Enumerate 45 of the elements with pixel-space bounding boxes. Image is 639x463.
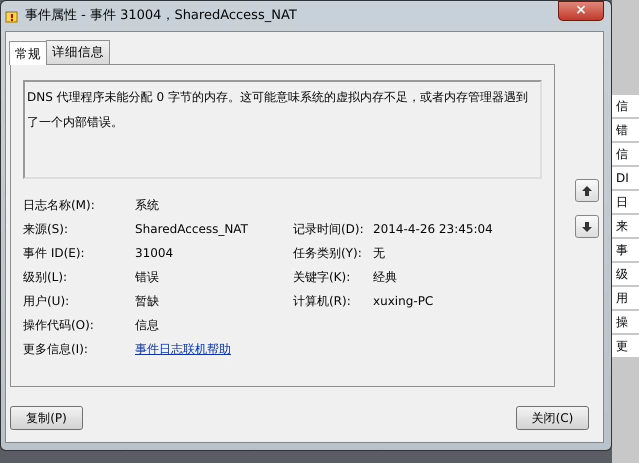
field-label: 事件 ID(E): xyxy=(23,245,86,262)
close-button[interactable]: 关闭(C) xyxy=(516,406,589,430)
background-text: 信 xyxy=(612,143,639,165)
field-label: 计算机(R): xyxy=(293,293,352,310)
background-text: 用 xyxy=(612,287,639,309)
background-text: 来 xyxy=(612,215,639,237)
field-label: 用户(U): xyxy=(23,293,70,310)
tab[interactable]: 详细信息 xyxy=(46,40,110,64)
background-text: 操 xyxy=(612,311,639,333)
down-arrow-icon xyxy=(581,220,593,232)
field-value: 系统 xyxy=(135,198,159,212)
help-link[interactable]: 事件日志联机帮助 xyxy=(135,342,231,356)
field-value: 2014-4-26 23:45:04 xyxy=(373,222,493,236)
field-label: 任务类别(Y): xyxy=(293,245,363,262)
field-value: 错误 xyxy=(135,270,159,284)
field-value: 无 xyxy=(373,246,385,260)
field-label: 记录时间(D): xyxy=(293,221,365,238)
field-value: 信息 xyxy=(135,318,159,332)
field-label: 级别(L): xyxy=(23,269,68,286)
field-value: SharedAccess_NAT xyxy=(135,222,248,236)
background-text: 信 xyxy=(612,95,639,117)
field-label: 关键字(K): xyxy=(293,269,352,286)
field-label: 操作代码(O): xyxy=(23,317,95,334)
field-label: 更多信息(I): xyxy=(23,341,89,358)
background-text: 错 xyxy=(612,119,639,141)
field-value: xuxing-PC xyxy=(373,294,434,308)
background-text: 事 xyxy=(612,239,639,261)
next-button[interactable] xyxy=(575,215,599,238)
copy-button[interactable]: 复制(P) xyxy=(10,406,83,430)
field-value: 暂缺 xyxy=(135,294,159,308)
field-label: 日志名称(M): xyxy=(23,197,96,214)
field-label: 来源(S): xyxy=(23,221,70,238)
up-arrow-icon xyxy=(581,184,593,196)
field-value: 31004 xyxy=(135,246,174,260)
tab[interactable]: 常规 xyxy=(9,41,47,65)
message-text: DNS 代理程序未能分配 0 字节的内存。这可能意味系统的虚拟内存不足，或者内存管理器遇到了一个内部错误。 xyxy=(23,80,542,179)
window-title: 事件属性 - 事件 31004，SharedAccess_NAT xyxy=(25,7,297,26)
previous-button[interactable] xyxy=(575,179,599,202)
warning-icon xyxy=(5,9,19,23)
background-text: DI xyxy=(612,167,639,189)
background-text: 日 xyxy=(612,191,639,213)
field-value: 经典 xyxy=(373,270,397,284)
background-text: 级 xyxy=(612,263,639,285)
close-button[interactable]: × xyxy=(558,1,604,21)
background-text: 更 xyxy=(612,335,639,357)
